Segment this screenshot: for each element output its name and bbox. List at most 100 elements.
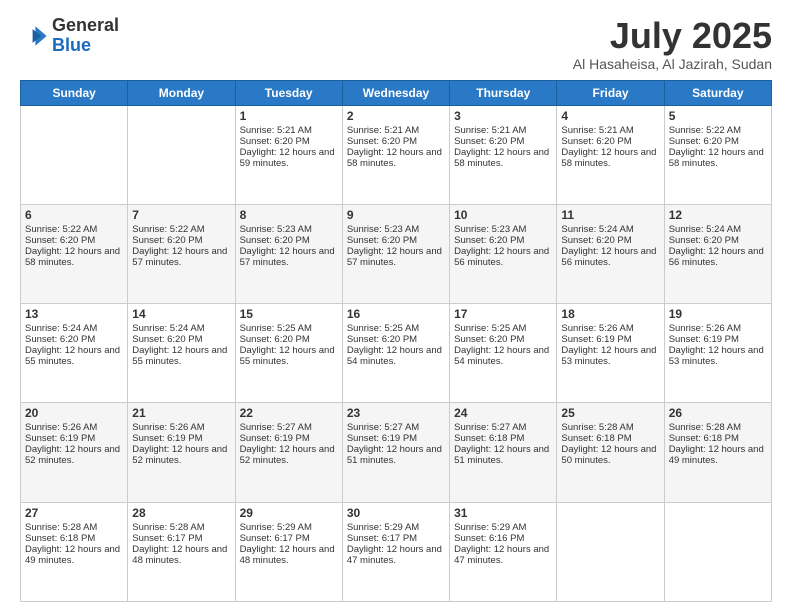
calendar-cell: 12Sunrise: 5:24 AMSunset: 6:20 PMDayligh… <box>664 204 771 303</box>
sunset-text: Sunset: 6:18 PM <box>454 433 552 444</box>
calendar-cell: 18Sunrise: 5:26 AMSunset: 6:19 PMDayligh… <box>557 304 664 403</box>
sunset-text: Sunset: 6:17 PM <box>132 533 230 544</box>
calendar-cell: 27Sunrise: 5:28 AMSunset: 6:18 PMDayligh… <box>21 502 128 601</box>
sunrise-text: Sunrise: 5:24 AM <box>561 224 659 235</box>
sunset-text: Sunset: 6:19 PM <box>669 334 767 345</box>
calendar-table: SundayMondayTuesdayWednesdayThursdayFrid… <box>20 80 772 602</box>
day-number: 1 <box>240 109 338 123</box>
day-number: 21 <box>132 406 230 420</box>
daylight-text: Daylight: 12 hours and 56 minutes. <box>561 246 659 268</box>
sunset-text: Sunset: 6:19 PM <box>347 433 445 444</box>
sunrise-text: Sunrise: 5:24 AM <box>132 323 230 334</box>
sunset-text: Sunset: 6:19 PM <box>25 433 123 444</box>
day-number: 30 <box>347 506 445 520</box>
calendar-cell: 23Sunrise: 5:27 AMSunset: 6:19 PMDayligh… <box>342 403 449 502</box>
sunrise-text: Sunrise: 5:25 AM <box>454 323 552 334</box>
daylight-text: Daylight: 12 hours and 48 minutes. <box>132 544 230 566</box>
sunrise-text: Sunrise: 5:27 AM <box>454 422 552 433</box>
calendar-cell: 14 Sunrise: 5:24 AMSunset: 6:20 PMDayligh… <box>128 304 235 403</box>
daylight-text: Daylight: 12 hours and 59 minutes. <box>240 147 338 169</box>
calendar-cell: 9Sunrise: 5:23 AMSunset: 6:20 PMDaylight… <box>342 204 449 303</box>
day-number: 14 <box>132 307 230 321</box>
day-number: 24 <box>454 406 552 420</box>
sunset-text: Sunset: 6:19 PM <box>240 433 338 444</box>
daylight-text: Daylight: 12 hours and 51 minutes. <box>347 444 445 466</box>
day-number: 15 <box>240 307 338 321</box>
sunset-text: Sunset: 6:18 PM <box>669 433 767 444</box>
calendar-cell: 28Sunrise: 5:28 AMSunset: 6:17 PMDayligh… <box>128 502 235 601</box>
title-block: July 2025 Al Hasaheisa, Al Jazirah, Suda… <box>573 16 772 72</box>
sunset-text: Sunset: 6:20 PM <box>347 136 445 147</box>
calendar-cell: 25Sunrise: 5:28 AMSunset: 6:18 PMDayligh… <box>557 403 664 502</box>
sunset-text: Sunset: 6:20 PM <box>240 136 338 147</box>
sunrise-text: Sunrise: 5:26 AM <box>132 422 230 433</box>
daylight-text: Daylight: 12 hours and 58 minutes. <box>454 147 552 169</box>
calendar-day-header: Monday <box>128 80 235 105</box>
sunrise-text: Sunrise: 5:22 AM <box>132 224 230 235</box>
calendar-cell: 5Sunrise: 5:22 AMSunset: 6:20 PMDaylight… <box>664 105 771 204</box>
daylight-text: Daylight: 12 hours and 52 minutes. <box>132 444 230 466</box>
daylight-text: Daylight: 12 hours and 55 minutes. <box>25 345 123 367</box>
daylight-text: Daylight: 12 hours and 58 minutes. <box>669 147 767 169</box>
sunrise-text: Sunrise: 5:26 AM <box>669 323 767 334</box>
calendar-cell: 24Sunrise: 5:27 AMSunset: 6:18 PMDayligh… <box>450 403 557 502</box>
calendar-day-header: Saturday <box>664 80 771 105</box>
day-number: 2 <box>347 109 445 123</box>
day-number: 26 <box>669 406 767 420</box>
daylight-text: Daylight: 12 hours and 48 minutes. <box>240 544 338 566</box>
sunset-text: Sunset: 6:20 PM <box>561 136 659 147</box>
day-number: 12 <box>669 208 767 222</box>
calendar-cell: 1 Sunrise: 5:21 AMSunset: 6:20 PMDaylight… <box>235 105 342 204</box>
calendar-cell: 19Sunrise: 5:26 AMSunset: 6:19 PMDayligh… <box>664 304 771 403</box>
calendar-cell: 26Sunrise: 5:28 AMSunset: 6:18 PMDayligh… <box>664 403 771 502</box>
day-number: 27 <box>25 506 123 520</box>
calendar-cell: 11Sunrise: 5:24 AMSunset: 6:20 PMDayligh… <box>557 204 664 303</box>
month-year: July 2025 <box>573 16 772 56</box>
daylight-text: Daylight: 12 hours and 49 minutes. <box>25 544 123 566</box>
sunrise-text: Sunrise: 5:29 AM <box>347 522 445 533</box>
calendar-cell: 7Sunrise: 5:22 AMSunset: 6:20 PMDaylight… <box>128 204 235 303</box>
sunset-text: Sunset: 6:20 PM <box>132 235 230 246</box>
daylight-text: Daylight: 12 hours and 52 minutes. <box>25 444 123 466</box>
sunrise-text: Sunrise: 5:27 AM <box>347 422 445 433</box>
header: General Blue July 2025 Al Hasaheisa, Al … <box>20 16 772 72</box>
day-number: 22 <box>240 406 338 420</box>
sunrise-text: Sunrise: 5:25 AM <box>240 323 338 334</box>
sunrise-text: Sunrise: 5:23 AM <box>454 224 552 235</box>
day-number: 13 <box>25 307 123 321</box>
daylight-text: Daylight: 12 hours and 55 minutes. <box>132 345 230 367</box>
calendar-cell: 16Sunrise: 5:25 AMSunset: 6:20 PMDayligh… <box>342 304 449 403</box>
day-number: 25 <box>561 406 659 420</box>
calendar-day-header: Tuesday <box>235 80 342 105</box>
daylight-text: Daylight: 12 hours and 57 minutes. <box>347 246 445 268</box>
day-number: 4 <box>561 109 659 123</box>
daylight-text: Daylight: 12 hours and 50 minutes. <box>561 444 659 466</box>
sunrise-text: Sunrise: 5:28 AM <box>25 522 123 533</box>
sunset-text: Sunset: 6:17 PM <box>347 533 445 544</box>
sunset-text: Sunset: 6:18 PM <box>561 433 659 444</box>
day-number: 5 <box>669 109 767 123</box>
sunrise-text: Sunrise: 5:29 AM <box>454 522 552 533</box>
sunrise-text: Sunrise: 5:21 AM <box>240 125 338 136</box>
sunrise-text: Sunrise: 5:25 AM <box>347 323 445 334</box>
day-number: 16 <box>347 307 445 321</box>
calendar-cell: 21Sunrise: 5:26 AMSunset: 6:19 PMDayligh… <box>128 403 235 502</box>
calendar-day-header: Thursday <box>450 80 557 105</box>
sunset-text: Sunset: 6:20 PM <box>454 136 552 147</box>
calendar-day-header: Sunday <box>21 80 128 105</box>
sunset-text: Sunset: 6:20 PM <box>132 334 230 345</box>
sunrise-text: Sunrise: 5:23 AM <box>240 224 338 235</box>
sunset-text: Sunset: 6:17 PM <box>240 533 338 544</box>
daylight-text: Daylight: 12 hours and 56 minutes. <box>454 246 552 268</box>
sunrise-text: Sunrise: 5:23 AM <box>347 224 445 235</box>
calendar-cell: 29Sunrise: 5:29 AMSunset: 6:17 PMDayligh… <box>235 502 342 601</box>
daylight-text: Daylight: 12 hours and 54 minutes. <box>347 345 445 367</box>
daylight-text: Daylight: 12 hours and 47 minutes. <box>454 544 552 566</box>
sunrise-text: Sunrise: 5:21 AM <box>454 125 552 136</box>
calendar-cell: 31Sunrise: 5:29 AMSunset: 6:16 PMDayligh… <box>450 502 557 601</box>
calendar-cell: 30Sunrise: 5:29 AMSunset: 6:17 PMDayligh… <box>342 502 449 601</box>
daylight-text: Daylight: 12 hours and 52 minutes. <box>240 444 338 466</box>
calendar-week-row: 20Sunrise: 5:26 AMSunset: 6:19 PMDayligh… <box>21 403 772 502</box>
logo: General Blue <box>20 16 119 56</box>
calendar-header-row: SundayMondayTuesdayWednesdayThursdayFrid… <box>21 80 772 105</box>
